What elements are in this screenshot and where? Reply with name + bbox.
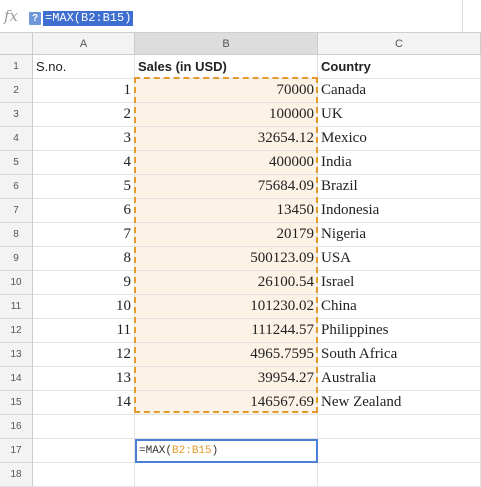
- cell-country[interactable]: USA: [318, 247, 481, 271]
- cell-sno[interactable]: 5: [33, 175, 135, 199]
- cell-country[interactable]: China: [318, 295, 481, 319]
- cell-c16[interactable]: [318, 415, 481, 439]
- cell-c1[interactable]: Country: [318, 55, 481, 79]
- cell-sales[interactable]: 400000: [135, 151, 318, 175]
- row-header[interactable]: 15: [0, 391, 33, 415]
- row-header[interactable]: 9: [0, 247, 33, 271]
- cell-sno[interactable]: 4: [33, 151, 135, 175]
- cell-sales[interactable]: 26100.54: [135, 271, 318, 295]
- row-header[interactable]: 12: [0, 319, 33, 343]
- cell-country[interactable]: New Zealand: [318, 391, 481, 415]
- formula-bar: fx ? =MAX(B2:B15): [0, 0, 481, 33]
- cell-country[interactable]: Israel: [318, 271, 481, 295]
- cell-sno[interactable]: 2: [33, 103, 135, 127]
- cell-country[interactable]: Indonesia: [318, 199, 481, 223]
- row-header[interactable]: 16: [0, 415, 33, 439]
- cell-sno[interactable]: 10: [33, 295, 135, 319]
- cell-sno[interactable]: 14: [33, 391, 135, 415]
- select-all-corner[interactable]: [0, 33, 33, 55]
- cell-sales[interactable]: 146567.69: [135, 391, 318, 415]
- cell-sales[interactable]: 100000: [135, 103, 318, 127]
- column-header-b[interactable]: B: [135, 33, 318, 55]
- cell-sno[interactable]: 1: [33, 79, 135, 103]
- editor-prefix: =MAX(: [139, 445, 173, 457]
- row-header[interactable]: 1: [0, 55, 33, 79]
- cell-sno[interactable]: 7: [33, 223, 135, 247]
- row-header[interactable]: 14: [0, 367, 33, 391]
- cell-a17[interactable]: [33, 439, 135, 463]
- cell-sales[interactable]: 20179: [135, 223, 318, 247]
- cell-sno[interactable]: 8: [33, 247, 135, 271]
- cell-country[interactable]: Nigeria: [318, 223, 481, 247]
- row-header[interactable]: 8: [0, 223, 33, 247]
- cell-sales[interactable]: 32654.12: [135, 127, 318, 151]
- cell-country[interactable]: UK: [318, 103, 481, 127]
- cell-sales[interactable]: 4965.7595: [135, 343, 318, 367]
- row-header[interactable]: 7: [0, 199, 33, 223]
- cell-country[interactable]: Mexico: [318, 127, 481, 151]
- cell-c18[interactable]: [318, 463, 481, 487]
- cell-sno[interactable]: 3: [33, 127, 135, 151]
- cell-sales[interactable]: 13450: [135, 199, 318, 223]
- row-header[interactable]: 18: [0, 463, 33, 487]
- cell-sales[interactable]: 70000: [135, 79, 318, 103]
- cell-sno[interactable]: 9: [33, 271, 135, 295]
- row-header[interactable]: 6: [0, 175, 33, 199]
- row-header[interactable]: 2: [0, 79, 33, 103]
- cell-country[interactable]: India: [318, 151, 481, 175]
- row-header[interactable]: 11: [0, 295, 33, 319]
- cell-country[interactable]: Philippines: [318, 319, 481, 343]
- cell-a16[interactable]: [33, 415, 135, 439]
- cell-country[interactable]: Australia: [318, 367, 481, 391]
- row-header[interactable]: 17: [0, 439, 33, 463]
- cell-sales[interactable]: 500123.09: [135, 247, 318, 271]
- row-header[interactable]: 10: [0, 271, 33, 295]
- editor-suffix: ): [211, 445, 219, 457]
- cell-sno[interactable]: 12: [33, 343, 135, 367]
- cell-a1[interactable]: S.no.: [33, 55, 135, 79]
- row-header[interactable]: 13: [0, 343, 33, 367]
- cell-sales[interactable]: 101230.02: [135, 295, 318, 319]
- row-header[interactable]: 3: [0, 103, 33, 127]
- active-cell-editor[interactable]: =MAX(B2:B15): [135, 439, 318, 463]
- cell-country[interactable]: Brazil: [318, 175, 481, 199]
- column-header-a[interactable]: A: [33, 33, 135, 55]
- cell-c17[interactable]: [318, 439, 481, 463]
- fx-icon: fx: [4, 7, 19, 25]
- row-header[interactable]: 4: [0, 127, 33, 151]
- column-header-c[interactable]: C: [318, 33, 481, 55]
- cell-sales[interactable]: 39954.27: [135, 367, 318, 391]
- cell-b18[interactable]: [135, 463, 318, 487]
- formula-bar-divider: [462, 0, 463, 32]
- cell-a18[interactable]: [33, 463, 135, 487]
- cell-sno[interactable]: 13: [33, 367, 135, 391]
- cell-sales[interactable]: 111244.57: [135, 319, 318, 343]
- cell-sales[interactable]: 75684.09: [135, 175, 318, 199]
- row-header[interactable]: 5: [0, 151, 33, 175]
- cell-sno[interactable]: 11: [33, 319, 135, 343]
- cell-b16[interactable]: [135, 415, 318, 439]
- editor-range-ref: B2:B15: [172, 445, 212, 457]
- formula-input[interactable]: =MAX(B2:B15): [43, 11, 134, 26]
- sheet-grid: A B C 1 S.no. Sales (in USD) Country 2 1…: [0, 33, 481, 487]
- cell-b1[interactable]: Sales (in USD): [135, 55, 318, 79]
- cell-country[interactable]: Canada: [318, 79, 481, 103]
- cell-sno[interactable]: 6: [33, 199, 135, 223]
- cell-country[interactable]: South Africa: [318, 343, 481, 367]
- help-icon[interactable]: ?: [29, 12, 41, 25]
